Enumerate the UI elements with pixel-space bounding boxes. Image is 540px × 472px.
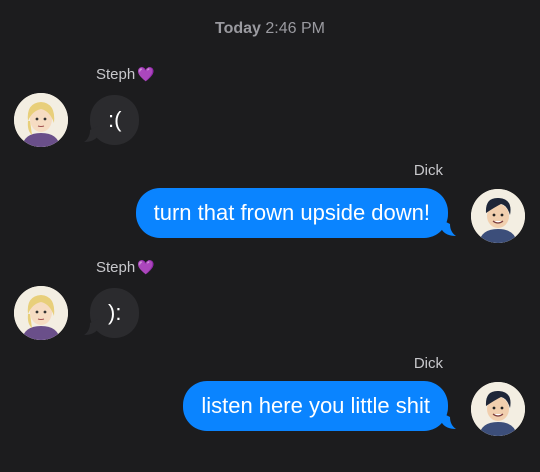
sender-name-steph: Steph 💜 bbox=[96, 259, 155, 276]
bubble-tail-incoming bbox=[84, 126, 98, 142]
purple-heart-icon: 💜 bbox=[137, 66, 155, 82]
conversation-timestamp: Today 2:46 PM bbox=[0, 20, 540, 38]
purple-heart-icon: 💜 bbox=[137, 259, 155, 275]
message-bubble-outgoing[interactable]: listen here you little shit bbox=[183, 381, 448, 431]
timestamp-time: 2:46 PM bbox=[265, 20, 325, 37]
bubble-tail-incoming bbox=[84, 319, 98, 335]
steph-avatar-icon[interactable] bbox=[14, 286, 68, 340]
timestamp-day: Today bbox=[215, 20, 261, 37]
sender-name-dick: Dick bbox=[413, 355, 443, 372]
bubble-tail-outgoing bbox=[442, 220, 456, 236]
sender-name-steph: Steph 💜 bbox=[96, 66, 155, 83]
sender-name-dick: Dick bbox=[413, 162, 443, 179]
steph-avatar-icon[interactable] bbox=[14, 93, 68, 147]
bubble-tail-outgoing bbox=[442, 413, 456, 429]
dick-avatar-icon[interactable] bbox=[471, 382, 525, 436]
dick-avatar-icon[interactable] bbox=[471, 189, 525, 243]
message-bubble-outgoing[interactable]: turn that frown upside down! bbox=[135, 188, 448, 238]
